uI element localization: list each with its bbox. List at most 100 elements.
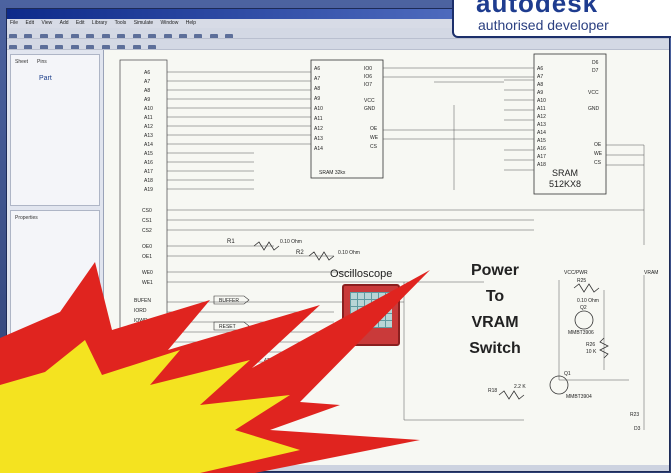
callout-line-3: VRAM xyxy=(471,314,519,331)
mid-value: 47 K xyxy=(264,358,275,364)
chip2-pin: A8 xyxy=(537,82,543,88)
menu-add[interactable]: Add xyxy=(60,19,69,28)
chip2-pin: A6 xyxy=(537,66,543,72)
bus-label: A18 xyxy=(144,178,153,184)
q2-label: Q2 xyxy=(580,305,587,311)
r23-label: R23 xyxy=(630,412,639,418)
vram-label: VRAM xyxy=(644,270,658,276)
q2-part: MMBT3906 xyxy=(568,330,594,336)
menu-window[interactable]: Window xyxy=(161,19,179,28)
q1-part: MMBT3904 xyxy=(566,394,592,400)
chip2-pin: A11 xyxy=(537,106,546,112)
menu-help[interactable]: Help xyxy=(186,19,196,28)
oscilloscope-screen xyxy=(350,292,392,328)
part-label: Part xyxy=(39,75,52,82)
chip2-pin: VCC xyxy=(588,90,599,96)
chip2-pin: A18 xyxy=(537,162,546,168)
r25-label: R25 xyxy=(577,278,586,284)
r18-value: 2.2 K xyxy=(514,384,526,390)
ctrl-label: BUFEN xyxy=(134,298,151,304)
chip1-pin: A12 xyxy=(314,126,323,132)
properties-panel: Sheet Pins Part xyxy=(10,54,100,206)
chip2-pin: A13 xyxy=(537,122,546,128)
chip2-sub: 512KX8 xyxy=(549,179,581,189)
chip1-pin: WE xyxy=(370,135,379,141)
chip2-pin: A14 xyxy=(537,130,546,136)
ctrl-label: WE0 xyxy=(142,270,153,276)
callout-line-1: Power xyxy=(470,262,519,279)
ctrl-label: CS2 xyxy=(142,228,152,234)
menu-view[interactable]: View xyxy=(41,19,52,28)
bus-label: A17 xyxy=(144,169,153,175)
ctrl-label: RESET xyxy=(134,328,151,334)
buffer-flag-text: BUFFER xyxy=(219,298,239,304)
oscilloscope-icon[interactable] xyxy=(342,284,400,346)
library-panel: Properties xyxy=(10,210,100,352)
ctrl-label: WE1 xyxy=(142,280,153,286)
autodesk-logo: autodesk authorised developer xyxy=(452,0,671,38)
panel-tab-sheet[interactable]: Sheet xyxy=(15,59,28,65)
chip1-pin: GND xyxy=(364,106,376,112)
chip1-pin: A7 xyxy=(314,76,320,82)
ctrl-label: IORD xyxy=(134,308,147,314)
callout-line-2: To xyxy=(485,288,505,305)
r26-value: 10 K xyxy=(586,349,597,355)
chip1-pin: OE xyxy=(370,126,378,132)
toolbar-secondary xyxy=(7,39,669,50)
r18-label: R18 xyxy=(488,388,497,394)
q1-label: Q1 xyxy=(564,371,571,377)
bus-labels: A6 A7 A8 A9 A10 A11 A12 A13 A14 A15 A16 … xyxy=(134,70,154,344)
chip1-pin: A9 xyxy=(314,96,320,102)
menu-library[interactable]: Library xyxy=(92,19,107,28)
chip2-pin: WE xyxy=(594,151,603,157)
menu-edit[interactable]: Edit xyxy=(25,19,34,28)
panel-tab-properties[interactable]: Properties xyxy=(15,215,38,221)
ctrl-label: CS1 xyxy=(142,218,152,224)
r2-value: 0.10 Ohm xyxy=(338,250,360,256)
bus-label: A14 xyxy=(144,142,153,148)
chip1-pins: A6 A7 A8 A9 A10 A11 A12 A13 A14 IO0 IO6 … xyxy=(314,66,379,152)
bus-label: A10 xyxy=(144,106,153,112)
menu-file[interactable]: File xyxy=(10,19,18,28)
chip2-name: SRAM xyxy=(552,168,578,178)
chip2-pin: A17 xyxy=(537,154,546,160)
chip1-pin: VCC xyxy=(364,98,375,104)
ctrl-label: OE1 xyxy=(142,254,152,260)
chip1-pin: CS xyxy=(370,144,378,150)
ctrl-label: STATUS xyxy=(134,338,154,344)
chip1-pin: A14 xyxy=(314,146,323,152)
r1-value: 0.10 Ohm xyxy=(280,239,302,245)
app-window: File Edit View Add Edit Library Tools Si… xyxy=(6,8,670,472)
chip2-pin: A12 xyxy=(537,114,546,120)
panel-tab-pins[interactable]: Pins xyxy=(37,59,47,65)
schematic-canvas[interactable]: BUFFER RESET R1 0.10 Ohm R2 0.10 Ohm VCC… xyxy=(104,50,669,465)
bus-label: A12 xyxy=(144,124,153,130)
chip2-pins: A6 A7 A8 A9 A10 A11 A12 A13 A14 A15 A16 … xyxy=(537,60,603,168)
r25-value: 0.10 Ohm xyxy=(577,298,599,304)
bus-label: A13 xyxy=(144,133,153,139)
oscilloscope-label: Oscilloscope xyxy=(330,268,393,280)
bus-label: A16 xyxy=(144,160,153,166)
ctrl-label: OE0 xyxy=(142,244,152,250)
menu-edit-2[interactable]: Edit xyxy=(76,19,85,28)
brand-tagline: authorised developer xyxy=(478,17,609,33)
chip1-pin: A11 xyxy=(314,116,323,122)
reset-flag-text: RESET xyxy=(219,324,236,330)
r26-label: R26 xyxy=(586,342,595,348)
bus-label: A6 xyxy=(144,70,150,76)
chip2-pin: A9 xyxy=(537,90,543,96)
menu-tools[interactable]: Tools xyxy=(115,19,127,28)
chip1-pin: A8 xyxy=(314,86,320,92)
chip1-pin: IO0 xyxy=(364,66,372,72)
chip2-pin: CS xyxy=(594,160,602,166)
chip2-pin: OE xyxy=(594,142,602,148)
chip2-pin: GND xyxy=(588,106,600,112)
resistor-r25 xyxy=(573,283,600,293)
bus-label: A8 xyxy=(144,88,150,94)
ctrl-label: IOWR xyxy=(134,318,148,324)
bus-label: A11 xyxy=(144,115,153,121)
chip2-pin: A7 xyxy=(537,74,543,80)
bus-label: A19 xyxy=(144,187,153,193)
menu-simulate[interactable]: Simulate xyxy=(134,19,153,28)
r2-label: R2 xyxy=(296,250,304,256)
